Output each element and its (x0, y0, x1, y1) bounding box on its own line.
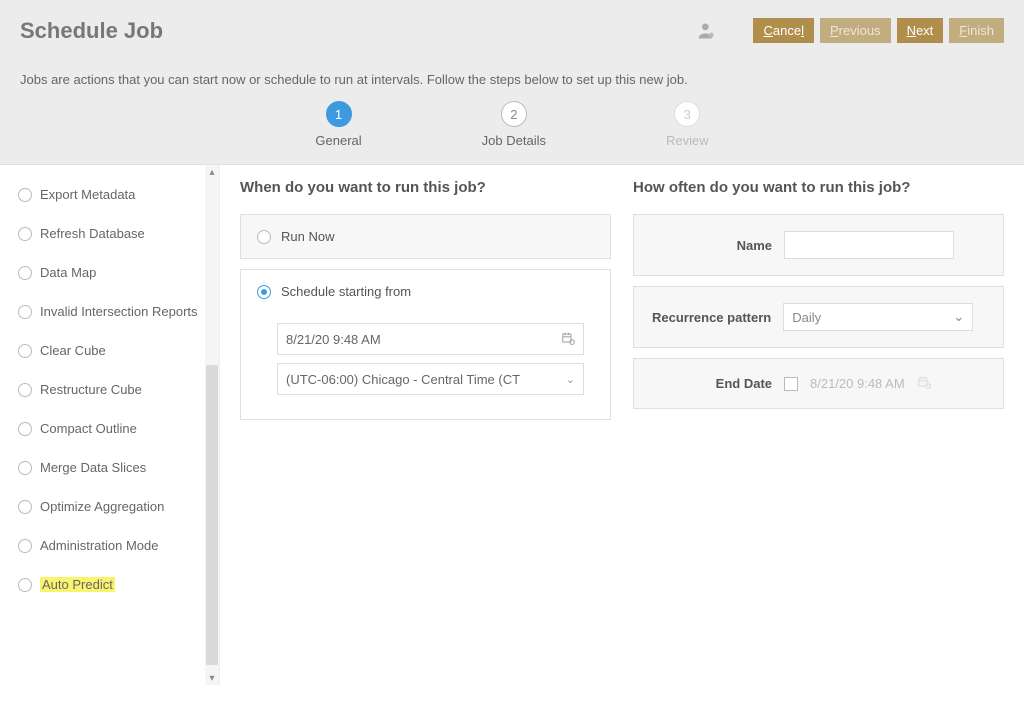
radio-icon (18, 188, 32, 202)
radio-icon (18, 461, 32, 475)
radio-icon (18, 305, 32, 319)
recurrence-panel: Recurrence pattern Daily ⌄ (633, 286, 1004, 348)
stepper: 1 General 2 Job Details 3 Review (20, 101, 1004, 148)
radio-icon (257, 230, 271, 244)
radio-icon (257, 285, 271, 299)
radio-icon (18, 578, 32, 592)
recurrence-label: Recurrence pattern (652, 310, 771, 325)
sidebar-item-refresh-database[interactable]: Refresh Database (0, 214, 219, 253)
user-icon[interactable] (697, 21, 717, 41)
sidebar-item-merge-data-slices[interactable]: Merge Data Slices (0, 448, 219, 487)
header-actions: Cancel Previous Next Finish (697, 18, 1004, 43)
end-date-checkbox[interactable] (784, 377, 798, 391)
name-input[interactable] (784, 231, 954, 259)
radio-icon (18, 383, 32, 397)
step-general[interactable]: 1 General (315, 101, 361, 148)
end-date-value: 8/21/20 9:48 AM (810, 376, 905, 391)
schedule-panel: Schedule starting from 8/21/20 9:48 AM (… (240, 269, 611, 420)
chevron-down-icon: ⌄ (566, 373, 575, 386)
how-title: How often do you want to run this job? (633, 179, 1004, 196)
how-column: How often do you want to run this job? N… (633, 179, 1004, 671)
content: When do you want to run this job? Run No… (220, 165, 1024, 685)
sidebar-item-administration-mode[interactable]: Administration Mode (0, 526, 219, 565)
header: Schedule Job Cancel Previous Next Finish… (0, 0, 1024, 165)
sidebar-item-restructure-cube[interactable]: Restructure Cube (0, 370, 219, 409)
radio-icon (18, 266, 32, 280)
page-title: Schedule Job (20, 18, 163, 44)
step-review: 3 Review (666, 101, 709, 148)
run-now-panel: Run Now (240, 214, 611, 259)
end-date-label: End Date (652, 376, 772, 391)
next-button[interactable]: Next (897, 18, 944, 43)
sidebar-item-data-map[interactable]: Data Map (0, 253, 219, 292)
when-title: When do you want to run this job? (240, 179, 611, 196)
run-now-option[interactable]: Run Now (241, 215, 610, 258)
finish-button: Finish (949, 18, 1004, 43)
name-panel: Name (633, 214, 1004, 276)
main: Export Metadata Refresh Database Data Ma… (0, 165, 1024, 685)
sidebar-item-auto-predict[interactable]: Auto Predict (0, 565, 219, 604)
scroll-thumb[interactable] (206, 365, 218, 665)
radio-icon (18, 227, 32, 241)
previous-button: Previous (820, 18, 891, 43)
radio-icon (18, 344, 32, 358)
timezone-field[interactable]: (UTC-06:00) Chicago - Central Time (CT ⌄ (277, 363, 584, 395)
scrollbar[interactable]: ▴ ▾ (205, 165, 219, 685)
sidebar-item-export-metadata[interactable]: Export Metadata (0, 175, 219, 214)
sidebar: Export Metadata Refresh Database Data Ma… (0, 165, 220, 685)
when-column: When do you want to run this job? Run No… (240, 179, 611, 671)
scroll-up-icon[interactable]: ▴ (205, 165, 219, 179)
calendar-icon (917, 375, 931, 392)
scroll-down-icon[interactable]: ▾ (205, 671, 219, 685)
radio-icon (18, 422, 32, 436)
radio-icon (18, 539, 32, 553)
cancel-button[interactable]: Cancel (753, 18, 813, 43)
name-label: Name (652, 238, 772, 253)
step-job-details[interactable]: 2 Job Details (482, 101, 546, 148)
sidebar-item-optimize-aggregation[interactable]: Optimize Aggregation (0, 487, 219, 526)
end-date-panel: End Date 8/21/20 9:48 AM (633, 358, 1004, 409)
calendar-icon[interactable] (561, 331, 575, 348)
recurrence-select[interactable]: Daily ⌄ (783, 303, 973, 331)
subtitle: Jobs are actions that you can start now … (20, 72, 1004, 87)
schedule-from-option[interactable]: Schedule starting from (241, 270, 610, 313)
sidebar-item-clear-cube[interactable]: Clear Cube (0, 331, 219, 370)
radio-icon (18, 500, 32, 514)
sidebar-item-invalid-intersection-reports[interactable]: Invalid Intersection Reports (0, 292, 219, 331)
datetime-field[interactable]: 8/21/20 9:48 AM (277, 323, 584, 355)
chevron-down-icon: ⌄ (953, 309, 964, 325)
sidebar-item-compact-outline[interactable]: Compact Outline (0, 409, 219, 448)
